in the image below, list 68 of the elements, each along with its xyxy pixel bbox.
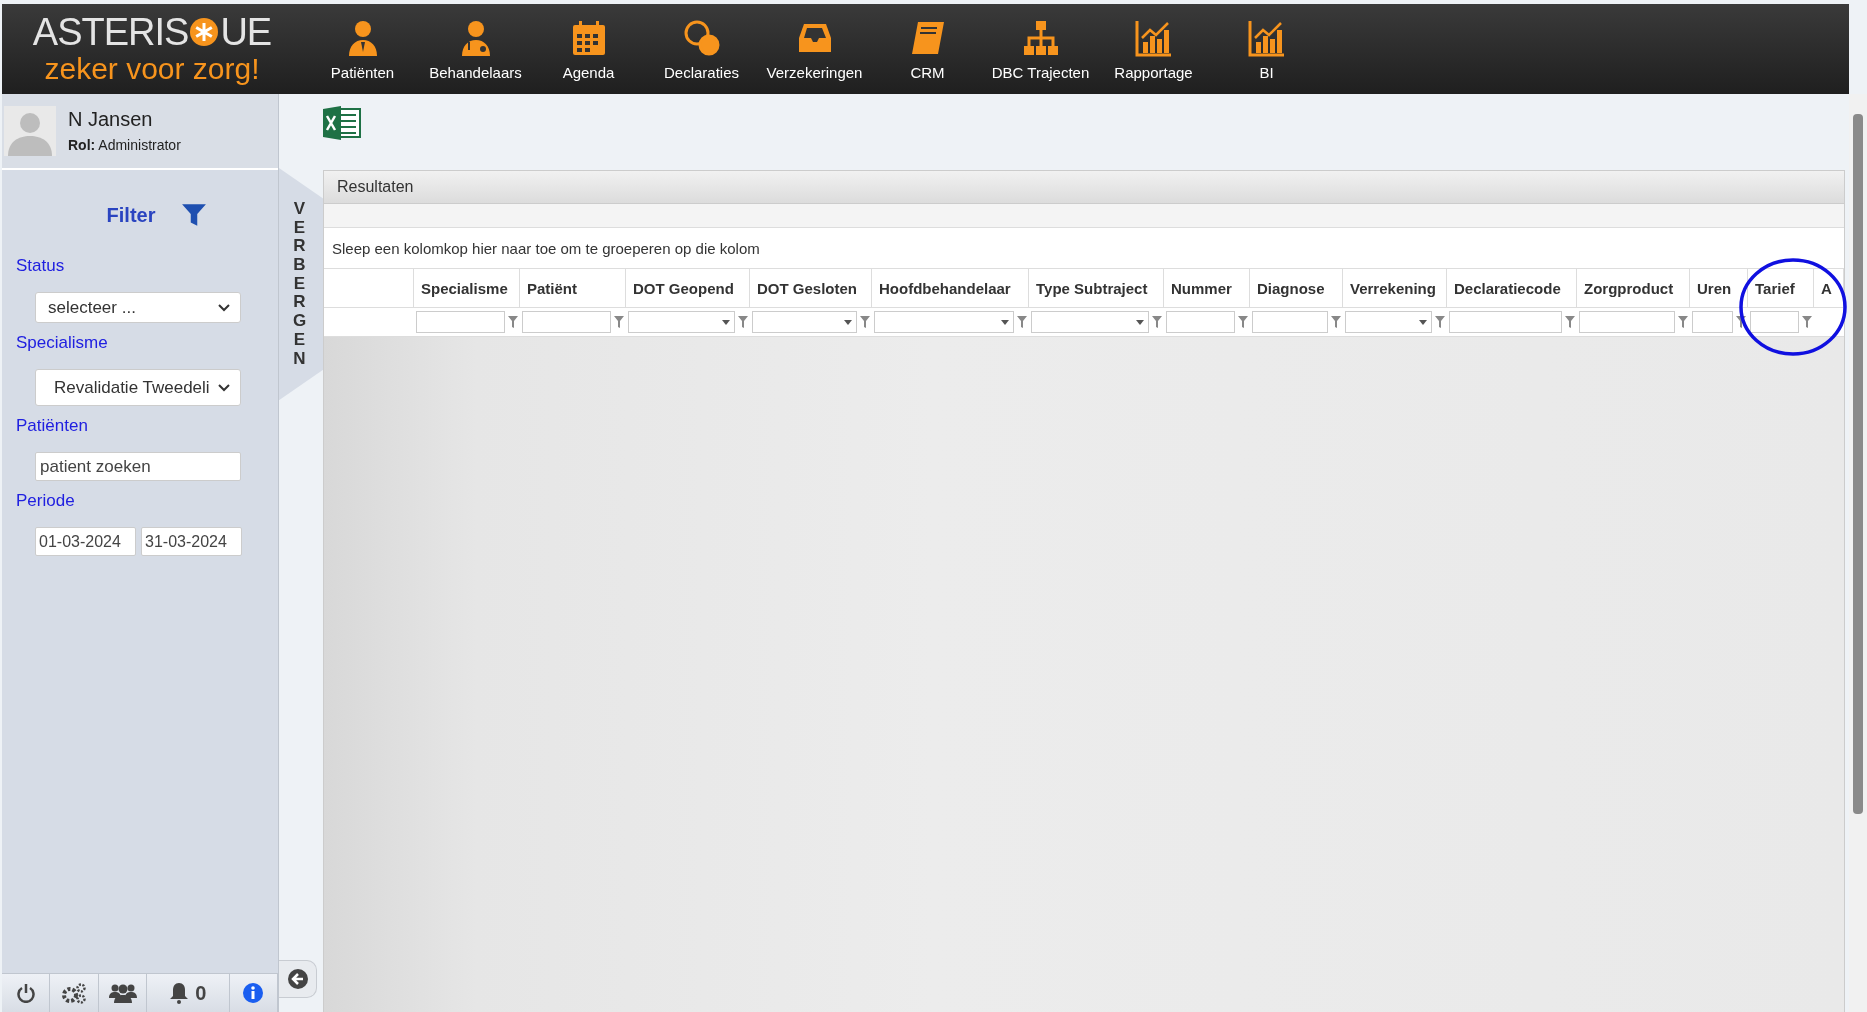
date-field[interactable]: 31-03-2024 — [141, 527, 242, 556]
nav-item[interactable]: CRM — [871, 17, 984, 81]
column-header[interactable]: Nummer — [1164, 269, 1250, 307]
chevron-down-icon — [218, 303, 230, 312]
excel-icon[interactable] — [323, 106, 361, 140]
hide-panel-tab[interactable]: VERBERGEN — [279, 168, 326, 401]
field-label: Patiënten — [16, 416, 89, 436]
nav-item[interactable]: Rapportage — [1097, 17, 1210, 81]
logo-text: ASTERIS — [32, 12, 189, 52]
nav-item[interactable]: Behandelaars — [419, 17, 532, 81]
info-icon — [243, 983, 264, 1003]
caret-down-icon — [844, 319, 852, 325]
caret-down-icon — [1136, 319, 1144, 325]
nav-item[interactable]: BI — [1210, 17, 1323, 81]
column-filter-field[interactable] — [1692, 311, 1733, 333]
field-label: Status — [16, 256, 66, 276]
column-header[interactable]: DOT Gesloten — [750, 269, 872, 307]
column-filter-field[interactable] — [1579, 311, 1675, 333]
column-header[interactable]: Patiënt — [520, 269, 626, 307]
filter-icon — [181, 202, 208, 228]
caret-down-icon — [1419, 319, 1427, 325]
caret-down-icon — [1001, 319, 1009, 325]
column-filter-field[interactable] — [416, 311, 505, 333]
dropdown[interactable]: selecteer ... — [35, 292, 241, 323]
filter-icon[interactable] — [1736, 316, 1746, 328]
column-header[interactable]: Zorgproduct — [1577, 269, 1690, 307]
dropdown[interactable]: Revalidatie Tweedeli — [35, 369, 241, 406]
column-header[interactable]: Verrekening — [1343, 269, 1447, 307]
group-hint: Sleep een kolomkop hier naar toe om te groeperen op die kolom — [332, 239, 760, 257]
column-header[interactable]: A — [1814, 269, 1844, 307]
users-icon — [108, 983, 137, 1003]
column-header[interactable]: Type Subtraject — [1029, 269, 1164, 307]
arrow-left-icon — [287, 969, 308, 989]
logo-text: UE — [220, 12, 272, 52]
column-header[interactable]: Diagnose — [1250, 269, 1343, 307]
power-icon — [15, 983, 36, 1003]
column-filter-field[interactable] — [1449, 311, 1562, 333]
column-filter-field[interactable] — [1252, 311, 1328, 333]
scrollbar[interactable] — [1849, 94, 1867, 1012]
search-field[interactable]: patient zoeken — [35, 452, 241, 481]
nav-item[interactable]: Declaraties — [645, 17, 758, 81]
column-header[interactable]: Hoofdbehandelaar — [872, 269, 1029, 307]
nav-item[interactable]: Patiënten — [306, 17, 419, 81]
column-header[interactable]: Uren — [1690, 269, 1748, 307]
column-header[interactable]: Specialisme — [414, 269, 520, 307]
column-filter-field[interactable] — [522, 311, 611, 333]
column-filter-field[interactable] — [1750, 311, 1799, 333]
user-role: Rol: Administrator — [68, 137, 181, 153]
nav-item[interactable]: Verzekeringen — [758, 17, 871, 81]
date-field[interactable]: 01-03-2024 — [35, 527, 136, 556]
panel-title: Resultaten — [337, 178, 414, 196]
column-header[interactable]: Tarief — [1748, 269, 1814, 307]
asterisk-icon — [189, 17, 220, 47]
filter-title: Filter — [106, 203, 156, 227]
user-name: N Jansen — [68, 108, 154, 131]
logo-tagline: zeker voor zorg! — [44, 52, 260, 86]
column-filter-field[interactable] — [1166, 311, 1235, 333]
bell-icon — [169, 982, 190, 1004]
field-label: Periode — [16, 491, 76, 511]
avatar-icon — [4, 106, 56, 156]
column-header[interactable]: DOT Geopend — [626, 269, 750, 307]
back-button[interactable] — [279, 960, 317, 998]
nav-item[interactable]: Agenda — [532, 17, 645, 81]
column-header[interactable]: Declaratiecode — [1447, 269, 1577, 307]
caret-down-icon — [722, 319, 730, 325]
chevron-down-icon — [218, 383, 230, 392]
field-label: Specialisme — [16, 333, 109, 353]
nav-item[interactable]: DBC Trajecten — [984, 17, 1097, 81]
